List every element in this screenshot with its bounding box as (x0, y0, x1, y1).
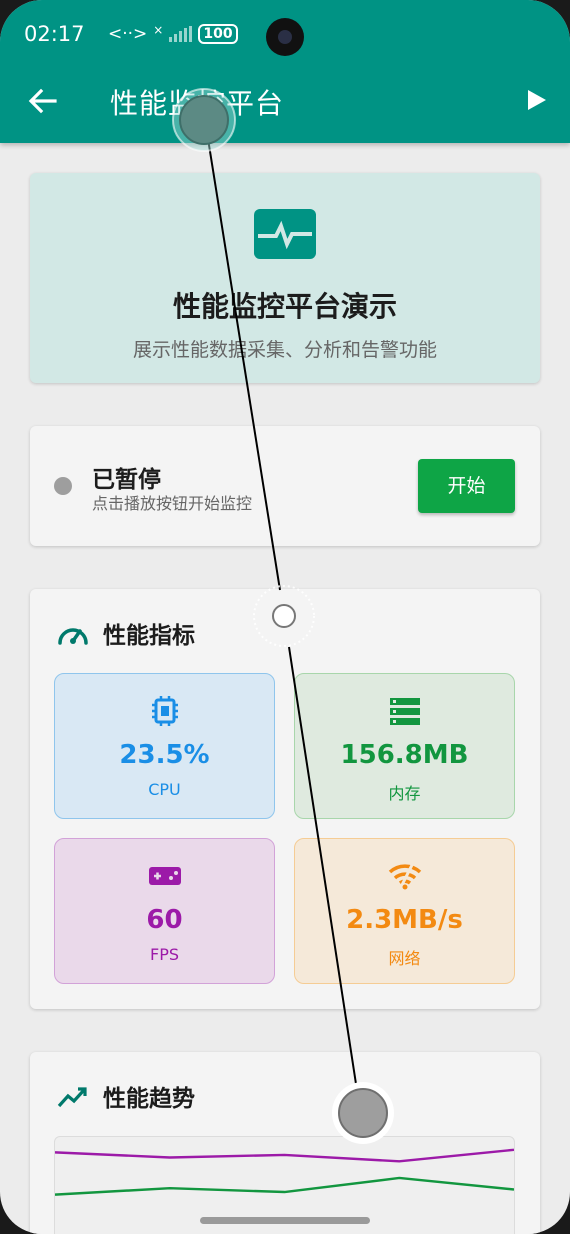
metrics-card: 性能指标 23.5% CPU 156.8MB 内存 60 FPS 2.3MB/s… (30, 589, 540, 1009)
back-arrow-icon[interactable] (26, 84, 60, 118)
page-title: 性能监控平台 (110, 87, 285, 120)
cpu-value: 23.5% (119, 740, 210, 770)
intro-subtitle: 展示性能数据采集、分析和告警功能 (132, 339, 437, 361)
signal-x-icon: × (153, 23, 164, 37)
fps-tile: 60 FPS (54, 838, 275, 984)
play-icon[interactable] (522, 86, 550, 114)
status-text: 已暂停 (92, 467, 161, 493)
network-signal-icon (388, 864, 422, 890)
trend-title: 性能趋势 (103, 1086, 195, 1112)
network-tile: 2.3MB/s 网络 (294, 838, 515, 984)
signal-bars-icon (169, 26, 193, 42)
monitor-pulse-icon (254, 209, 316, 259)
start-button[interactable]: 开始 (418, 459, 515, 513)
intro-title: 性能监控平台演示 (172, 290, 397, 323)
intro-card: 性能监控平台演示 展示性能数据采集、分析和告警功能 (30, 173, 540, 383)
fps-label: FPS (149, 945, 179, 964)
memory-value: 156.8MB (340, 740, 469, 770)
fps-value: 60 (146, 905, 183, 935)
cpu-label: CPU (148, 780, 181, 799)
cpu-tile: 23.5% CPU (54, 673, 275, 819)
status-hint: 点击播放按钮开始监控 (92, 494, 253, 513)
home-indicator[interactable] (200, 1217, 370, 1224)
status-time: 02:17 (24, 22, 85, 46)
speedometer-icon (58, 628, 88, 645)
network-activity-icon: <··> (108, 24, 148, 44)
memory-tile: 156.8MB 内存 (294, 673, 515, 819)
trend-card: 性能趋势 (30, 1052, 540, 1234)
cpu-chip-icon (152, 696, 178, 726)
app-bar: 02:17 <··> × 100 性能监控平台 (0, 0, 570, 143)
monitor-status-card: 已暂停 点击播放按钮开始监控 开始 (30, 426, 540, 546)
trend-series-line (55, 1176, 514, 1196)
memory-icon (390, 698, 420, 725)
network-value: 2.3MB/s (346, 905, 463, 935)
status-indicator-dot (54, 477, 72, 495)
phone-screen: 02:17 <··> × 100 性能监控平台 性能监控平台演示 展示性能数据采… (0, 0, 570, 1234)
trend-series-line (55, 1148, 514, 1163)
front-camera (266, 18, 304, 56)
status-icons: <··> × 100 (108, 23, 238, 44)
network-label: 网络 (388, 949, 421, 968)
memory-label: 内存 (388, 784, 421, 803)
gamepad-icon (149, 867, 181, 885)
metrics-title: 性能指标 (103, 623, 195, 649)
trending-up-icon (57, 1087, 87, 1108)
battery-icon: 100 (198, 24, 238, 44)
